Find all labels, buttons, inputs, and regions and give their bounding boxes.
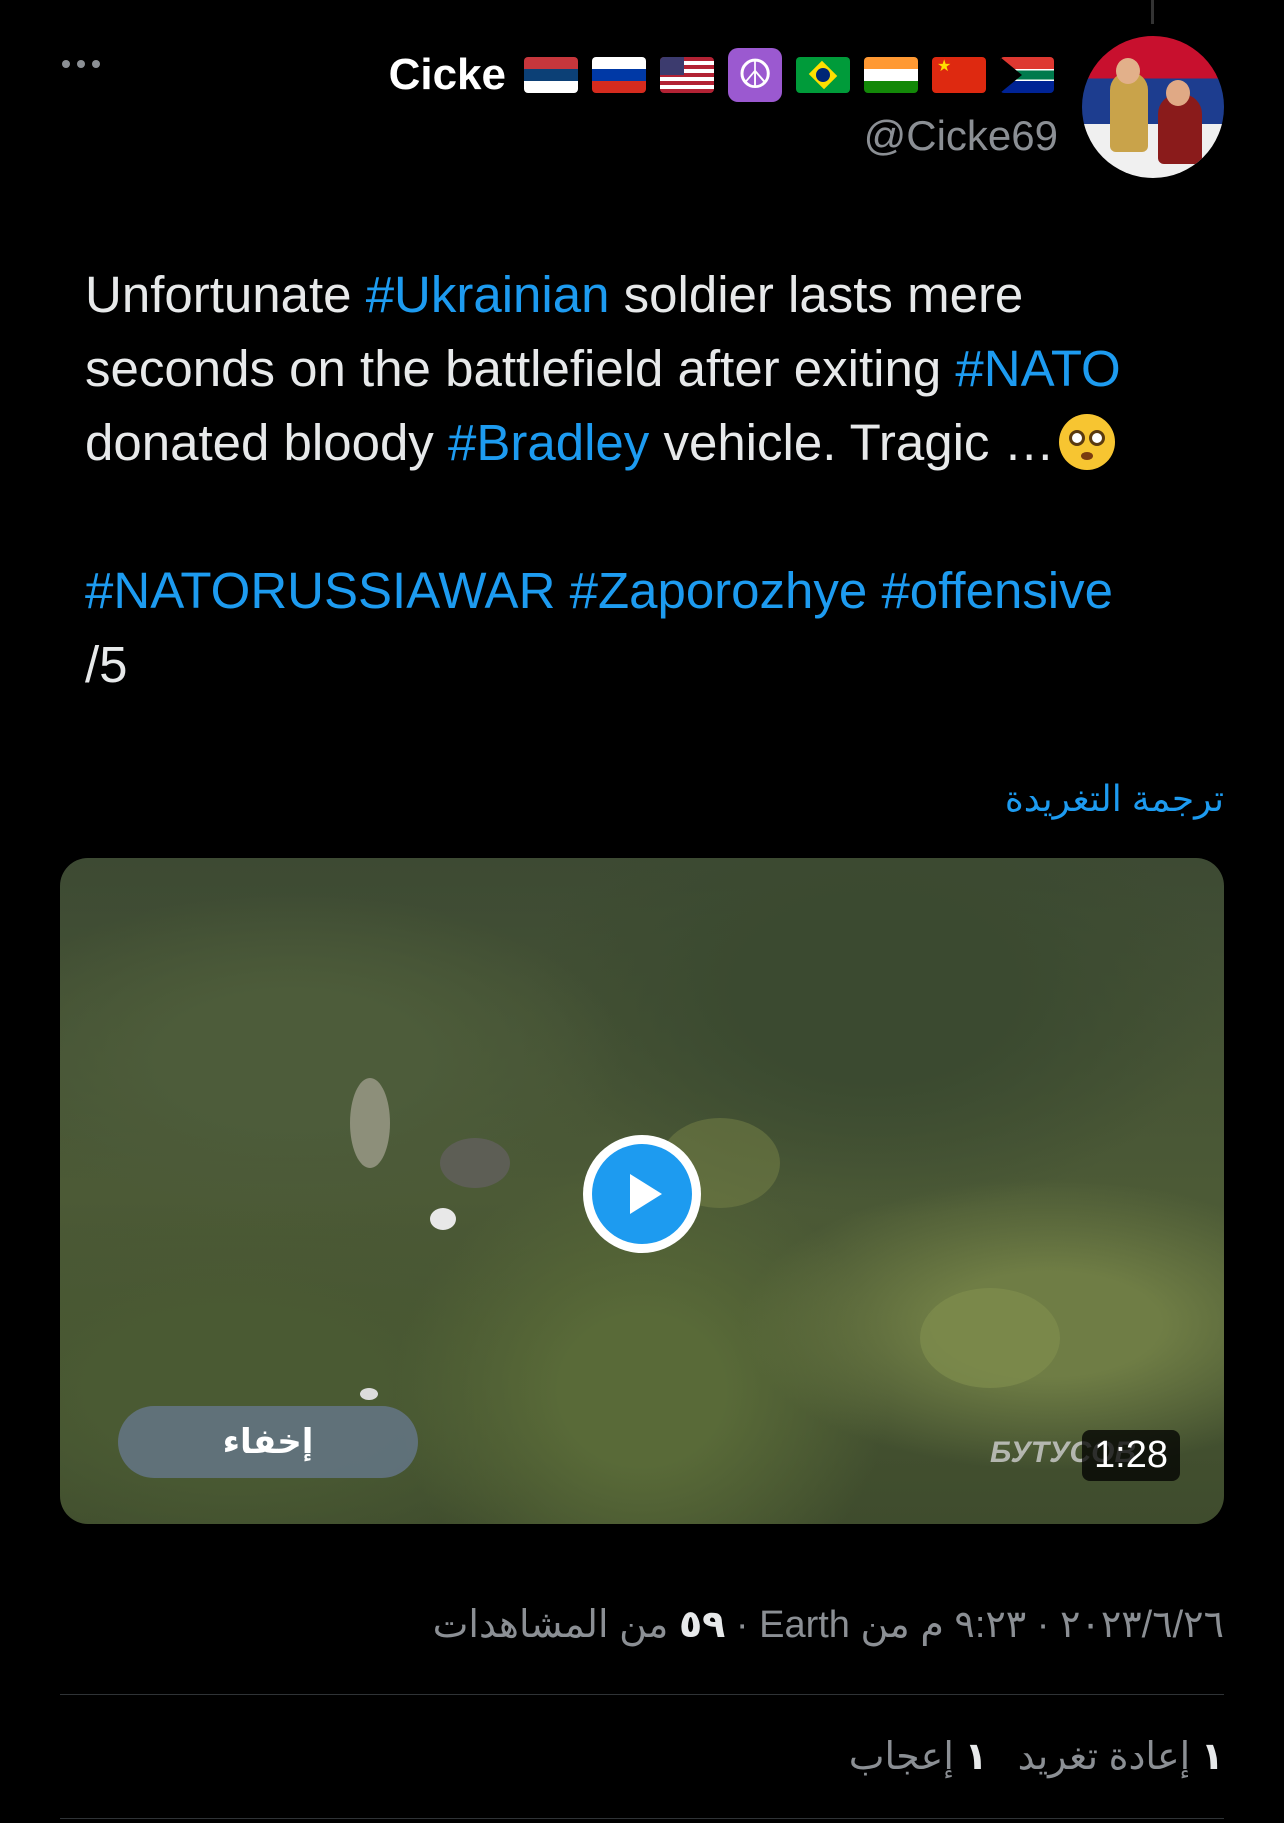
avatar-face bbox=[1166, 80, 1190, 106]
south-africa-flag-icon bbox=[1000, 57, 1054, 93]
video-figure bbox=[430, 1208, 456, 1230]
hashtag-link[interactable]: #Ukrainian bbox=[366, 266, 610, 323]
india-flag-icon bbox=[864, 57, 918, 93]
flag-emojis: ☮ ★ bbox=[524, 48, 1054, 102]
likes-stat[interactable]: ١ إعجاب bbox=[849, 1734, 988, 1779]
tweet-text: donated bloody bbox=[85, 414, 448, 471]
hide-media-button[interactable]: إخفاء bbox=[118, 1406, 418, 1478]
likes-label: إعجاب bbox=[848, 1736, 965, 1778]
video-figure bbox=[360, 1388, 378, 1400]
tweet-body: Unfortunate #Ukrainian soldier lasts mer… bbox=[85, 258, 1225, 702]
brazil-flag-icon bbox=[796, 57, 850, 93]
avatar[interactable] bbox=[1082, 36, 1224, 178]
engagement-stats: ١ إعادة تغريد ١ إعجاب bbox=[849, 1734, 1224, 1779]
dot-icon bbox=[62, 60, 70, 68]
author-name-row[interactable]: Cicke ☮ ★ bbox=[389, 48, 1054, 102]
avatar-face bbox=[1116, 58, 1140, 84]
tweet-text: Unfortunate bbox=[85, 266, 366, 323]
hashtag-link[interactable]: #Zaporozhye bbox=[570, 562, 868, 619]
views-count: ٥٩ bbox=[678, 1604, 726, 1646]
hashtag-link[interactable]: #offensive bbox=[881, 562, 1113, 619]
usa-flag-icon bbox=[660, 57, 714, 93]
video-player[interactable]: إخفاء БУТУСОВ 1:28 bbox=[60, 858, 1224, 1524]
serbia-flag-icon bbox=[524, 57, 578, 93]
video-figure bbox=[350, 1078, 390, 1168]
avatar-figure bbox=[1110, 72, 1148, 152]
retweets-stat[interactable]: ١ إعادة تغريد bbox=[1018, 1734, 1224, 1779]
translate-tweet-link[interactable]: ترجمة التغريدة bbox=[1005, 778, 1224, 820]
divider bbox=[60, 1694, 1224, 1695]
russia-flag-icon bbox=[592, 57, 646, 93]
hashtag-link[interactable]: #Bradley bbox=[448, 414, 649, 471]
timestamp[interactable]: ٢٠٢٣/٦/٢٦ · ٩:٢٣ م من Earth · bbox=[725, 1604, 1224, 1646]
video-figure bbox=[440, 1138, 510, 1188]
video-duration: 1:28 bbox=[1082, 1430, 1180, 1481]
user-handle[interactable]: @Cicke69 bbox=[864, 112, 1058, 160]
retweets-count: ١ bbox=[1200, 1736, 1224, 1778]
dot-icon bbox=[92, 60, 100, 68]
hashtag-link[interactable]: #NATORUSSIAWAR bbox=[85, 562, 555, 619]
china-flag-icon: ★ bbox=[932, 57, 986, 93]
play-button[interactable] bbox=[583, 1135, 701, 1253]
top-divider bbox=[1151, 0, 1154, 24]
tweet-text: vehicle. Tragic … bbox=[649, 414, 1055, 471]
more-options-button[interactable] bbox=[62, 60, 100, 68]
divider bbox=[60, 1818, 1224, 1819]
peace-icon: ☮ bbox=[728, 48, 782, 102]
flushed-face-icon bbox=[1058, 414, 1115, 470]
display-name[interactable]: Cicke bbox=[389, 50, 506, 100]
views-label: من المشاهدات bbox=[432, 1604, 679, 1646]
retweets-label: إعادة تغريد bbox=[1017, 1736, 1201, 1778]
play-icon bbox=[592, 1144, 692, 1244]
likes-count: ١ bbox=[964, 1736, 988, 1778]
thread-index: /5 bbox=[85, 636, 128, 693]
hashtag-link[interactable]: #NATO bbox=[955, 340, 1120, 397]
tweet-metadata: ٢٠٢٣/٦/٢٦ · ٩:٢٣ م من Earth · ٥٩ من المش… bbox=[433, 1602, 1224, 1647]
dot-icon bbox=[77, 60, 85, 68]
video-foliage bbox=[920, 1288, 1060, 1388]
